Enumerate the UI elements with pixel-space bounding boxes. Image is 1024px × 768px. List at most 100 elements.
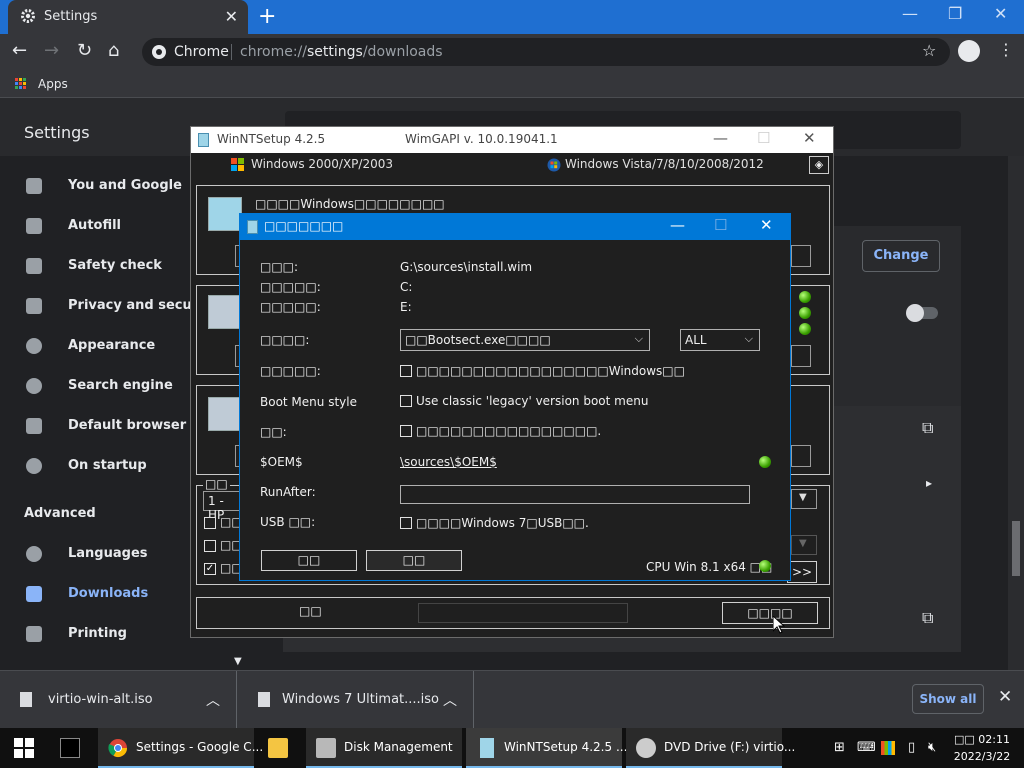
taskbar-explorer[interactable] <box>258 728 302 768</box>
winntsetup-icon <box>480 738 494 758</box>
forward-icon[interactable]: → <box>44 40 59 61</box>
setup-button[interactable]: □□□□ <box>722 602 818 624</box>
page-scrollbar[interactable] <box>1008 156 1024 670</box>
maximize-icon[interactable]: ☐ <box>714 216 727 234</box>
keyboard-icon[interactable]: ⌨ <box>857 740 876 755</box>
minimize-icon[interactable]: — <box>713 129 728 147</box>
edition-select[interactable]: 1 - HP <box>203 491 243 522</box>
sidebar-scroll-down-icon[interactable]: ▼ <box>234 656 242 667</box>
address-bar[interactable]: Chrome chrome://settings/downloads ☆ <box>142 38 950 66</box>
minimize-icon[interactable]: — <box>902 4 918 23</box>
mount-label: □□□□□: <box>260 364 321 378</box>
menu-dots-icon[interactable]: ⋮ <box>998 40 1014 59</box>
restore-icon[interactable]: ❐ <box>948 4 962 23</box>
close-window-icon[interactable]: ✕ <box>994 4 1007 23</box>
other-checkbox[interactable] <box>400 425 412 437</box>
speaker-muted-icon[interactable]: 🔇︎ <box>928 740 936 755</box>
maximize-icon[interactable]: ☐ <box>757 129 770 147</box>
option-1-checkbox[interactable] <box>204 517 216 529</box>
download-item-1[interactable]: virtio-win-alt.iso ︿ <box>0 671 237 729</box>
minimize-icon[interactable]: — <box>670 216 685 234</box>
option-3-checkbox[interactable]: ✓ <box>204 563 216 575</box>
option-2-checkbox[interactable] <box>204 540 216 552</box>
chrome-icon <box>152 45 166 59</box>
status-led-1 <box>799 291 811 303</box>
close-tab-icon[interactable]: ✕ <box>225 7 238 26</box>
screen: Settings ✕ + — ❐ ✕ ← → ↻ ⌂ Chrome chrome… <box>0 0 1024 768</box>
more-options-button[interactable]: >> <box>787 561 817 583</box>
download-item-2[interactable]: Windows 7 Ultimat....iso ︿ <box>238 671 474 729</box>
install-browse-edge[interactable] <box>791 445 811 467</box>
oem-path-link[interactable]: \sources\$OEM$ <box>400 455 497 469</box>
ask-where-toggle[interactable] <box>906 304 938 322</box>
usb-icon[interactable]: ▯ <box>908 740 915 755</box>
usb-check-label[interactable]: □□□□Windows 7□USB□□. <box>416 516 589 530</box>
back-icon[interactable]: ← <box>12 40 27 61</box>
taskbar-dvd-drive[interactable]: DVD Drive (F:) virtio... <box>626 728 795 768</box>
runafter-input[interactable] <box>400 485 750 504</box>
chevron-right-icon[interactable]: ▸ <box>926 476 932 490</box>
show-all-button[interactable]: Show all <box>912 684 984 714</box>
search-icon <box>26 378 42 394</box>
change-location-button[interactable]: Change <box>862 240 940 272</box>
edition-select-arrow[interactable]: ▼ <box>791 489 817 509</box>
new-tab-button[interactable]: + <box>258 4 276 29</box>
dvd-drive-icon <box>636 738 656 758</box>
cancel-button[interactable]: □□ <box>366 550 462 571</box>
chevron-up-icon[interactable]: ︿ <box>443 690 457 710</box>
taskbar-clock[interactable]: □□ 02:11 2022/3/22 <box>952 731 1012 765</box>
taskbar-chrome[interactable]: Settings - Google C... <box>98 728 263 768</box>
row-install-label: □□□□□: <box>260 300 321 314</box>
bootmenu-checkbox[interactable] <box>400 395 412 407</box>
terminal-icon <box>60 738 80 758</box>
disabled-select-arrow[interactable]: ▼ <box>791 535 817 555</box>
sidebar-heading-advanced[interactable]: Advanced <box>24 506 96 521</box>
apps-link[interactable]: Apps <box>38 77 68 91</box>
close-icon[interactable]: ✕ <box>760 216 773 234</box>
close-shelf-icon[interactable]: ✕ <box>998 687 1012 707</box>
close-icon[interactable]: ✕ <box>803 129 816 147</box>
winntsetup-titlebar[interactable]: WinNTSetup 4.2.5 WimGAPI v. 10.0.19041.1… <box>191 127 833 153</box>
bootmenu-check-label[interactable]: Use classic 'legacy' version boot menu <box>416 394 648 408</box>
source-browse-edge[interactable] <box>791 245 811 267</box>
bootsect-mode-select[interactable]: ALL ⌵ <box>680 329 760 351</box>
profile-avatar[interactable] <box>958 40 980 62</box>
tab-strip: Settings ✕ + — ❐ ✕ <box>0 0 1024 34</box>
external-link-icon[interactable]: ⧉ <box>922 418 933 438</box>
taskbar-label: DVD Drive (F:) virtio... <box>664 740 796 754</box>
hard-drive-icon <box>208 397 242 431</box>
taskbar-disk-management[interactable]: Disk Management <box>306 728 462 768</box>
palette-icon <box>26 338 42 354</box>
mount-check-label[interactable]: □□□□□□□□□□□□□□□□□Windows□□ <box>416 364 685 378</box>
row-install-value: E: <box>400 300 412 314</box>
other-check-label[interactable]: □□□□□□□□□□□□□□□□. <box>416 424 601 438</box>
bootmenu-label: Boot Menu style <box>260 395 357 409</box>
color-app-icon[interactable] <box>881 741 895 755</box>
download-shelf: virtio-win-alt.iso ︿ Windows 7 Ultimat..… <box>0 670 1024 729</box>
star-icon[interactable]: ☆ <box>922 41 936 60</box>
network-icon[interactable]: ⊞ <box>834 740 845 755</box>
mount-checkbox[interactable] <box>400 365 412 377</box>
row-source-label: □□□: <box>260 260 299 274</box>
row-boot-label: □□□□□: <box>260 280 321 294</box>
bootsect-select[interactable]: □□Bootsect.exe□□□□ ⌵ <box>400 329 650 351</box>
windows-start-icon[interactable] <box>14 738 34 758</box>
ok-button[interactable]: □□ <box>261 550 357 571</box>
row-source-value: G:\sources\install.wim <box>400 260 533 274</box>
home-icon[interactable]: ⌂ <box>108 40 119 61</box>
tab-settings[interactable]: Settings ✕ <box>8 0 248 34</box>
wimgapi-version: WimGAPI v. 10.0.19041.1 <box>405 132 558 146</box>
tab-legacy-windows[interactable]: Windows 2000/XP/2003 <box>251 157 393 171</box>
taskbar-winntsetup[interactable]: WinNTSetup 4.2.5 ... <box>466 728 627 768</box>
diamond-icon[interactable]: ◈ <box>809 156 829 174</box>
dialog-titlebar[interactable]: □□□□□□□ — ☐ ✕ <box>240 214 790 240</box>
chevron-up-icon[interactable]: ︿ <box>206 690 220 710</box>
taskbar-terminal[interactable] <box>50 728 94 768</box>
boot-browse-edge[interactable] <box>791 345 811 367</box>
apps-icon[interactable] <box>15 78 27 90</box>
scrollbar-thumb[interactable] <box>1012 521 1020 576</box>
external-link-icon[interactable]: ⧉ <box>922 608 933 628</box>
usb-checkbox[interactable] <box>400 517 412 529</box>
tab-modern-windows[interactable]: Windows Vista/7/8/10/2008/2012 <box>565 157 764 171</box>
reload-icon[interactable]: ↻ <box>77 40 92 61</box>
